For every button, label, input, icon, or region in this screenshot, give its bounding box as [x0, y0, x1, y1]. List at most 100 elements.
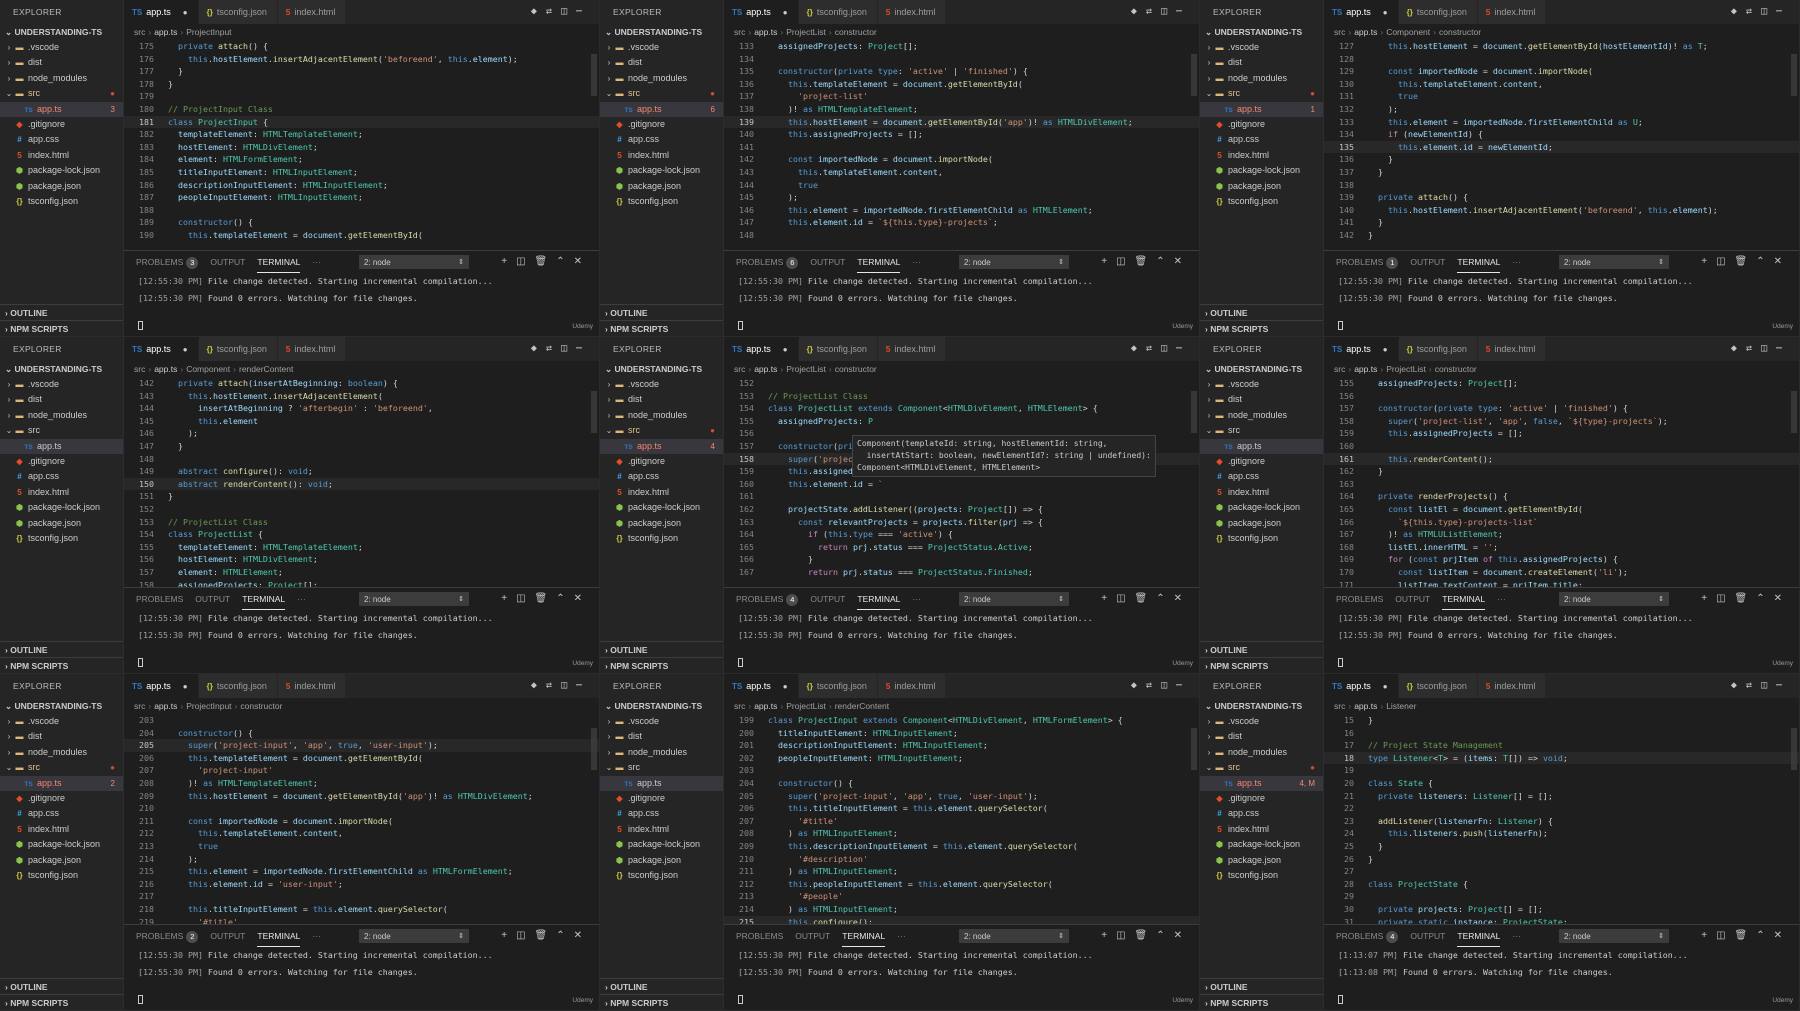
unsaved-dot-icon[interactable]: ●: [183, 8, 188, 17]
compare-icon[interactable]: ⇄: [1146, 6, 1161, 17]
breadcrumb-item[interactable]: src: [134, 27, 145, 37]
tree-item-dist[interactable]: › ▬ dist: [600, 55, 723, 70]
explorer-section-understanding-ts[interactable]: ⌄ UNDERSTANDING-TS: [600, 361, 723, 377]
tab-problems[interactable]: PROBLEMS 4: [736, 588, 799, 610]
tree-item-app-css[interactable]: # app.css: [600, 806, 723, 821]
tree-item-app-ts[interactable]: TS app.ts: [0, 438, 123, 454]
tab-output[interactable]: OUTPUT: [1395, 588, 1430, 610]
terminal-cursor[interactable]: [738, 658, 743, 667]
tree-item-package-lock-json[interactable]: ⬢ package-lock.json: [0, 500, 123, 515]
tree-item-node-modules[interactable]: › ▬ node_modules: [0, 71, 123, 86]
compare-icon[interactable]: ⇄: [1146, 343, 1161, 354]
tab-index-html[interactable]: 5 index.html: [1477, 0, 1547, 24]
tree-item-vscode[interactable]: › ▬ .vscode: [600, 40, 723, 55]
trash-icon[interactable]: 🗑: [535, 256, 557, 267]
tab-problems[interactable]: PROBLEMS 6: [736, 251, 799, 273]
unsaved-dot-icon[interactable]: ●: [183, 682, 188, 691]
tree-item-index-html[interactable]: 5 index.html: [600, 485, 723, 500]
trash-icon[interactable]: 🗑: [1735, 930, 1757, 941]
panel-more-icon[interactable]: ···: [1512, 925, 1521, 947]
tree-item-app-css[interactable]: # app.css: [0, 132, 123, 147]
tab-tsconfig-json[interactable]: {} tsconfig.json: [1398, 337, 1478, 361]
explorer-section-understanding-ts[interactable]: ⌄ UNDERSTANDING-TS: [1200, 698, 1323, 714]
tree-item-node-modules[interactable]: › ▬ node_modules: [1200, 71, 1323, 86]
more-actions-icon[interactable]: ⋯: [576, 343, 591, 354]
unsaved-dot-icon[interactable]: ●: [1383, 345, 1388, 354]
tab-terminal[interactable]: TERMINAL: [857, 589, 901, 610]
breadcrumb-item[interactable]: src: [1334, 701, 1345, 711]
maximize-panel-icon[interactable]: ⌃: [1156, 593, 1173, 604]
split-editor-icon[interactable]: ◫: [561, 343, 576, 354]
tree-item-gitignore[interactable]: ◆ .gitignore: [1200, 117, 1323, 132]
breadcrumb-item[interactable]: src: [134, 364, 145, 374]
tab-index-html[interactable]: 5 index.html: [877, 0, 947, 24]
tab-tsconfig-json[interactable]: {} tsconfig.json: [798, 337, 878, 361]
tree-item-gitignore[interactable]: ◆ .gitignore: [600, 117, 723, 132]
breadcrumb-item[interactable]: src: [1334, 364, 1345, 374]
compare-icon[interactable]: ⇄: [546, 6, 561, 17]
split-editor-icon[interactable]: ◫: [1761, 680, 1776, 691]
split-terminal-icon[interactable]: ◫: [516, 930, 534, 941]
code-editor[interactable]: 127 this.hostElement = document.getEleme…: [1324, 40, 1799, 251]
panel-more-icon[interactable]: ···: [297, 588, 306, 610]
tab-index-html[interactable]: 5 index.html: [877, 674, 947, 698]
tab-terminal[interactable]: TERMINAL: [857, 252, 901, 273]
outline-section[interactable]: › OUTLINE: [600, 978, 723, 994]
outline-section[interactable]: › OUTLINE: [0, 304, 123, 320]
tree-item-app-css[interactable]: # app.css: [600, 469, 723, 484]
tab-problems[interactable]: PROBLEMS 1: [1336, 251, 1399, 273]
tab-index-html[interactable]: 5 index.html: [277, 674, 347, 698]
split-editor-icon[interactable]: ◫: [1161, 680, 1176, 691]
terminal-cursor[interactable]: [738, 321, 743, 330]
editor-scrollbar[interactable]: [1791, 391, 1797, 433]
tree-item-app-ts[interactable]: TS app.ts 1: [1200, 101, 1323, 117]
explorer-section-understanding-ts[interactable]: ⌄ UNDERSTANDING-TS: [600, 698, 723, 714]
tab-app-ts[interactable]: TS app.ts ●: [1324, 337, 1399, 361]
terminal-select[interactable]: 2: node ⇕: [959, 255, 1069, 269]
editor-scrollbar[interactable]: [1191, 391, 1197, 433]
diamond-icon[interactable]: ◆: [1731, 680, 1746, 691]
tab-app-ts[interactable]: TS app.ts ●: [724, 674, 799, 698]
breadcrumb-item[interactable]: app.ts: [154, 701, 177, 711]
tab-app-ts[interactable]: TS app.ts ●: [1324, 0, 1399, 24]
new-terminal-icon[interactable]: +: [1101, 930, 1116, 941]
split-editor-icon[interactable]: ◫: [1761, 6, 1776, 17]
tree-item-app-ts[interactable]: TS app.ts 4: [600, 438, 723, 454]
breadcrumb-item[interactable]: src: [1334, 27, 1345, 37]
tab-tsconfig-json[interactable]: {} tsconfig.json: [798, 674, 878, 698]
tree-item-node-modules[interactable]: › ▬ node_modules: [1200, 408, 1323, 423]
breadcrumb-item[interactable]: src: [734, 27, 745, 37]
tree-item-src[interactable]: ⌄ ▬ src ●: [1200, 86, 1323, 101]
explorer-section-understanding-ts[interactable]: ⌄ UNDERSTANDING-TS: [0, 361, 123, 377]
npm-scripts-section[interactable]: › NPM SCRIPTS: [0, 994, 123, 1010]
panel-more-icon[interactable]: ···: [312, 251, 321, 273]
breadcrumb-item[interactable]: ProjectInput: [186, 27, 231, 37]
maximize-panel-icon[interactable]: ⌃: [1156, 930, 1173, 941]
breadcrumb-item[interactable]: src: [734, 701, 745, 711]
more-actions-icon[interactable]: ⋯: [576, 680, 591, 691]
breadcrumb-item[interactable]: app.ts: [154, 364, 177, 374]
tree-item-node-modules[interactable]: › ▬ node_modules: [600, 71, 723, 86]
tab-output[interactable]: OUTPUT: [810, 588, 845, 610]
tree-item-vscode[interactable]: › ▬ .vscode: [600, 377, 723, 392]
terminal-select[interactable]: 2: node ⇕: [359, 592, 469, 606]
more-actions-icon[interactable]: ⋯: [1776, 680, 1791, 691]
breadcrumb-item[interactable]: Component: [186, 364, 230, 374]
maximize-panel-icon[interactable]: ⌃: [556, 593, 573, 604]
editor-scrollbar[interactable]: [591, 391, 597, 433]
more-actions-icon[interactable]: ⋯: [1176, 343, 1191, 354]
npm-scripts-section[interactable]: › NPM SCRIPTS: [1200, 657, 1323, 673]
maximize-panel-icon[interactable]: ⌃: [1756, 256, 1773, 267]
terminal-cursor[interactable]: [1338, 321, 1343, 330]
tree-item-package-json[interactable]: ⬢ package.json: [1200, 179, 1323, 194]
unsaved-dot-icon[interactable]: ●: [1383, 682, 1388, 691]
tree-item-src[interactable]: ⌄ ▬ src ●: [600, 423, 723, 438]
code-editor[interactable]: 175 private attach() {176 this.hostEleme…: [124, 40, 599, 251]
new-terminal-icon[interactable]: +: [1101, 593, 1116, 604]
close-panel-icon[interactable]: ✕: [1174, 593, 1191, 604]
code-editor[interactable]: 142 private attach(insertAtBeginning: bo…: [124, 377, 599, 588]
unsaved-dot-icon[interactable]: ●: [183, 345, 188, 354]
tree-item-package-lock-json[interactable]: ⬢ package-lock.json: [1200, 500, 1323, 515]
panel-more-icon[interactable]: ···: [1512, 251, 1521, 273]
tree-item-tsconfig-json[interactable]: {} tsconfig.json: [600, 531, 723, 546]
